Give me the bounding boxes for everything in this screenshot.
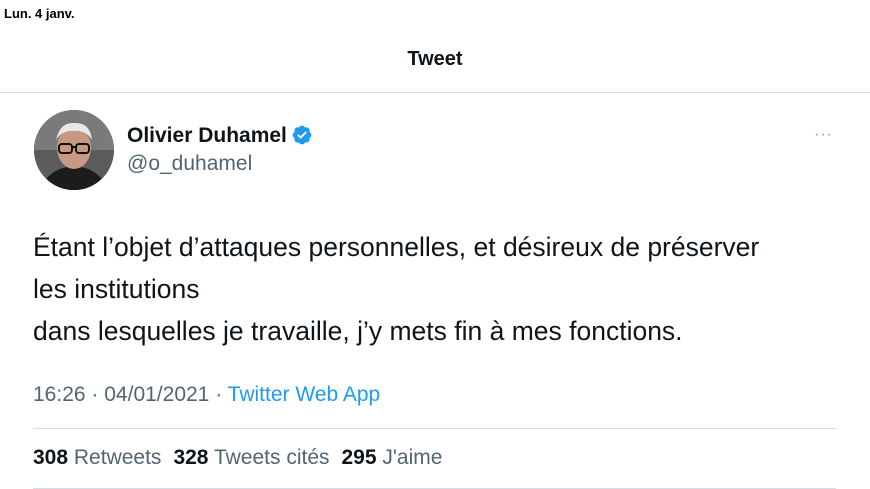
stats-divider-top	[33, 428, 836, 429]
meta-separator: ·	[91, 383, 99, 406]
likes-label: J'aime	[382, 446, 443, 469]
quotes-count: 328	[173, 446, 209, 469]
author-name-text: Olivier Duhamel	[127, 124, 287, 147]
quotes-label: Tweets cités	[213, 446, 330, 469]
avatar-photo	[34, 110, 114, 190]
tweet-text-line: dans lesquelles je travaille, j’y mets f…	[33, 316, 683, 346]
author-handle[interactable]: @o_duhamel	[127, 152, 252, 176]
author-name[interactable]: Olivier Duhamel	[127, 124, 313, 148]
retweets-label: Retweets	[73, 446, 162, 469]
likes-stat[interactable]: 295 J'aime	[342, 446, 443, 469]
quotes-stat[interactable]: 328 Tweets cités	[173, 446, 329, 469]
likes-count: 295	[341, 446, 377, 469]
more-options-icon[interactable]: ···	[814, 126, 833, 144]
header-divider	[0, 92, 870, 93]
tweet-source-link[interactable]: Twitter Web App	[228, 383, 381, 406]
meta-separator: ·	[215, 383, 223, 406]
tweet-text-line: Étant l’objet d’attaques personnelles, e…	[33, 232, 760, 262]
status-bar-date: Lun. 4 janv.	[4, 6, 75, 21]
avatar[interactable]	[34, 110, 114, 190]
tweet-date[interactable]: 04/01/2021	[104, 383, 209, 406]
tweet-time[interactable]: 16:26	[33, 383, 86, 406]
retweets-count: 308	[33, 446, 69, 469]
verified-badge-icon	[292, 125, 312, 145]
tweet-text-line: les institutions	[33, 274, 200, 304]
tweet-metadata: 16:26 · 04/01/2021 · Twitter Web App	[33, 383, 380, 407]
page-title: Tweet	[407, 48, 463, 70]
tweet-stats: 308 Retweets 328 Tweets cités 295 J'aime	[33, 446, 442, 470]
tweet-text: Étant l’objet d’attaques personnelles, e…	[33, 226, 853, 352]
retweets-stat[interactable]: 308 Retweets	[33, 446, 161, 469]
